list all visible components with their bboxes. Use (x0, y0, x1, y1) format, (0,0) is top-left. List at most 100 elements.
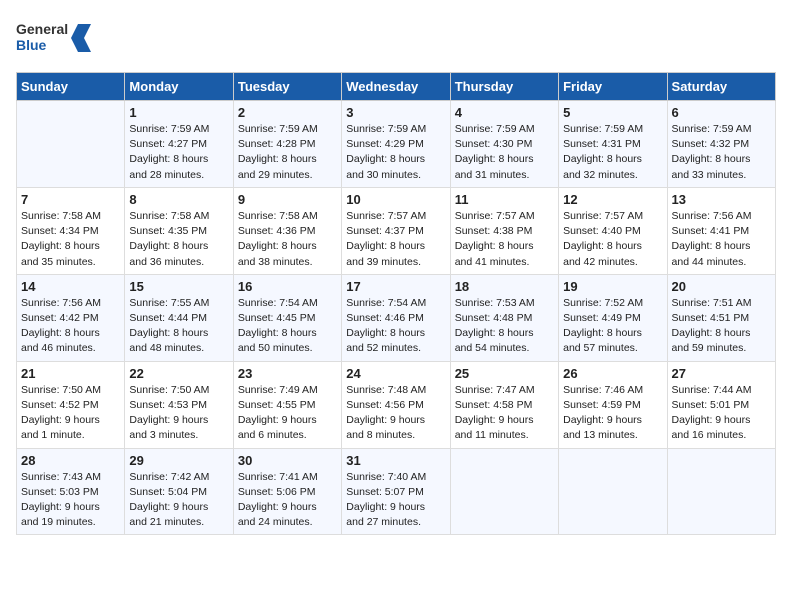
weekday-header: Thursday (450, 73, 558, 101)
calendar-cell: 28Sunrise: 7:43 AMSunset: 5:03 PMDayligh… (17, 448, 125, 535)
calendar-cell (667, 448, 775, 535)
day-number: 2 (238, 105, 337, 120)
day-number: 30 (238, 453, 337, 468)
day-number: 21 (21, 366, 120, 381)
calendar-cell: 18Sunrise: 7:53 AMSunset: 4:48 PMDayligh… (450, 274, 558, 361)
day-info: Sunrise: 7:55 AMSunset: 4:44 PMDaylight:… (129, 296, 228, 357)
day-info: Sunrise: 7:41 AMSunset: 5:06 PMDaylight:… (238, 470, 337, 531)
day-info: Sunrise: 7:54 AMSunset: 4:45 PMDaylight:… (238, 296, 337, 357)
day-info: Sunrise: 7:52 AMSunset: 4:49 PMDaylight:… (563, 296, 662, 357)
day-number: 5 (563, 105, 662, 120)
calendar-cell: 5 Sunrise: 7:59 AMSunset: 4:31 PMDaylight… (559, 101, 667, 188)
weekday-header: Saturday (667, 73, 775, 101)
weekday-header: Friday (559, 73, 667, 101)
calendar-cell: 21 Sunrise: 7:50 AMSunset: 4:52 PMDayligh… (17, 361, 125, 448)
day-number: 7 (21, 192, 120, 207)
day-info: Sunrise: 7:59 AMSunset: 4:30 PMDaylight:… (455, 122, 554, 183)
day-number: 4 (455, 105, 554, 120)
calendar-cell: 7 Sunrise: 7:58 AMSunset: 4:34 PMDaylight… (17, 187, 125, 274)
day-number: 15 (129, 279, 228, 294)
calendar-cell: 27 Sunrise: 7:44 AMSunset: 5:01 PMDayligh… (667, 361, 775, 448)
day-info: Sunrise: 7:50 AMSunset: 4:52 PMDaylight:… (21, 383, 120, 444)
weekday-header: Sunday (17, 73, 125, 101)
day-number: 20 (672, 279, 771, 294)
day-info: Sunrise: 7:56 AMSunset: 4:41 PMDaylight:… (672, 209, 771, 270)
calendar-cell: 12Sunrise: 7:57 AMSunset: 4:40 PMDayligh… (559, 187, 667, 274)
calendar-cell: 11 Sunrise: 7:57 AMSunset: 4:38 PMDayligh… (450, 187, 558, 274)
day-info: Sunrise: 7:59 AMSunset: 4:29 PMDaylight:… (346, 122, 445, 183)
day-number: 29 (129, 453, 228, 468)
day-number: 19 (563, 279, 662, 294)
logo: GeneralBlue (16, 16, 96, 60)
page-header: GeneralBlue (16, 16, 776, 60)
day-number: 25 (455, 366, 554, 381)
calendar-cell (17, 101, 125, 188)
day-number: 11 (455, 192, 554, 207)
calendar-table: SundayMondayTuesdayWednesdayThursdayFrid… (16, 72, 776, 535)
calendar-cell: 15 Sunrise: 7:55 AMSunset: 4:44 PMDayligh… (125, 274, 233, 361)
day-number: 31 (346, 453, 445, 468)
day-info: Sunrise: 7:44 AMSunset: 5:01 PMDaylight:… (672, 383, 771, 444)
calendar-cell: 16 Sunrise: 7:54 AMSunset: 4:45 PMDayligh… (233, 274, 341, 361)
calendar-week-row: 21 Sunrise: 7:50 AMSunset: 4:52 PMDayligh… (17, 361, 776, 448)
calendar-cell: 25 Sunrise: 7:47 AMSunset: 4:58 PMDayligh… (450, 361, 558, 448)
calendar-cell: 29 Sunrise: 7:42 AMSunset: 5:04 PMDayligh… (125, 448, 233, 535)
calendar-cell (559, 448, 667, 535)
day-number: 27 (672, 366, 771, 381)
day-info: Sunrise: 7:53 AMSunset: 4:48 PMDaylight:… (455, 296, 554, 357)
day-number: 24 (346, 366, 445, 381)
day-number: 8 (129, 192, 228, 207)
day-info: Sunrise: 7:42 AMSunset: 5:04 PMDaylight:… (129, 470, 228, 531)
day-number: 1 (129, 105, 228, 120)
weekday-header-row: SundayMondayTuesdayWednesdayThursdayFrid… (17, 73, 776, 101)
day-number: 9 (238, 192, 337, 207)
day-number: 6 (672, 105, 771, 120)
weekday-header: Wednesday (342, 73, 450, 101)
day-number: 28 (21, 453, 120, 468)
day-info: Sunrise: 7:58 AMSunset: 4:35 PMDaylight:… (129, 209, 228, 270)
svg-text:Blue: Blue (16, 37, 47, 53)
calendar-week-row: 28Sunrise: 7:43 AMSunset: 5:03 PMDayligh… (17, 448, 776, 535)
logo-icon: GeneralBlue (16, 16, 96, 60)
day-info: Sunrise: 7:56 AMSunset: 4:42 PMDaylight:… (21, 296, 120, 357)
day-info: Sunrise: 7:51 AMSunset: 4:51 PMDaylight:… (672, 296, 771, 357)
day-info: Sunrise: 7:49 AMSunset: 4:55 PMDaylight:… (238, 383, 337, 444)
calendar-cell: 22 Sunrise: 7:50 AMSunset: 4:53 PMDayligh… (125, 361, 233, 448)
day-info: Sunrise: 7:54 AMSunset: 4:46 PMDaylight:… (346, 296, 445, 357)
day-info: Sunrise: 7:59 AMSunset: 4:31 PMDaylight:… (563, 122, 662, 183)
calendar-cell: 10Sunrise: 7:57 AMSunset: 4:37 PMDayligh… (342, 187, 450, 274)
day-info: Sunrise: 7:58 AMSunset: 4:34 PMDaylight:… (21, 209, 120, 270)
day-number: 17 (346, 279, 445, 294)
calendar-cell: 19 Sunrise: 7:52 AMSunset: 4:49 PMDayligh… (559, 274, 667, 361)
weekday-header: Monday (125, 73, 233, 101)
day-number: 13 (672, 192, 771, 207)
calendar-cell: 2 Sunrise: 7:59 AMSunset: 4:28 PMDaylight… (233, 101, 341, 188)
calendar-week-row: 1Sunrise: 7:59 AMSunset: 4:27 PMDaylight… (17, 101, 776, 188)
calendar-cell: 20 Sunrise: 7:51 AMSunset: 4:51 PMDayligh… (667, 274, 775, 361)
calendar-cell: 8 Sunrise: 7:58 AMSunset: 4:35 PMDaylight… (125, 187, 233, 274)
day-number: 22 (129, 366, 228, 381)
calendar-cell: 23 Sunrise: 7:49 AMSunset: 4:55 PMDayligh… (233, 361, 341, 448)
day-info: Sunrise: 7:47 AMSunset: 4:58 PMDaylight:… (455, 383, 554, 444)
calendar-cell: 30 Sunrise: 7:41 AMSunset: 5:06 PMDayligh… (233, 448, 341, 535)
day-number: 3 (346, 105, 445, 120)
calendar-cell: 9 Sunrise: 7:58 AMSunset: 4:36 PMDaylight… (233, 187, 341, 274)
day-number: 16 (238, 279, 337, 294)
calendar-cell (450, 448, 558, 535)
day-info: Sunrise: 7:40 AMSunset: 5:07 PMDaylight:… (346, 470, 445, 531)
day-info: Sunrise: 7:57 AMSunset: 4:38 PMDaylight:… (455, 209, 554, 270)
calendar-week-row: 14 Sunrise: 7:56 AMSunset: 4:42 PMDayligh… (17, 274, 776, 361)
calendar-cell: 26Sunrise: 7:46 AMSunset: 4:59 PMDayligh… (559, 361, 667, 448)
day-number: 14 (21, 279, 120, 294)
calendar-cell: 17 Sunrise: 7:54 AMSunset: 4:46 PMDayligh… (342, 274, 450, 361)
day-info: Sunrise: 7:59 AMSunset: 4:32 PMDaylight:… (672, 122, 771, 183)
calendar-cell: 13 Sunrise: 7:56 AMSunset: 4:41 PMDayligh… (667, 187, 775, 274)
calendar-cell: 6 Sunrise: 7:59 AMSunset: 4:32 PMDaylight… (667, 101, 775, 188)
day-number: 23 (238, 366, 337, 381)
day-info: Sunrise: 7:50 AMSunset: 4:53 PMDaylight:… (129, 383, 228, 444)
calendar-cell: 14 Sunrise: 7:56 AMSunset: 4:42 PMDayligh… (17, 274, 125, 361)
day-info: Sunrise: 7:59 AMSunset: 4:28 PMDaylight:… (238, 122, 337, 183)
day-info: Sunrise: 7:58 AMSunset: 4:36 PMDaylight:… (238, 209, 337, 270)
day-info: Sunrise: 7:48 AMSunset: 4:56 PMDaylight:… (346, 383, 445, 444)
day-number: 26 (563, 366, 662, 381)
